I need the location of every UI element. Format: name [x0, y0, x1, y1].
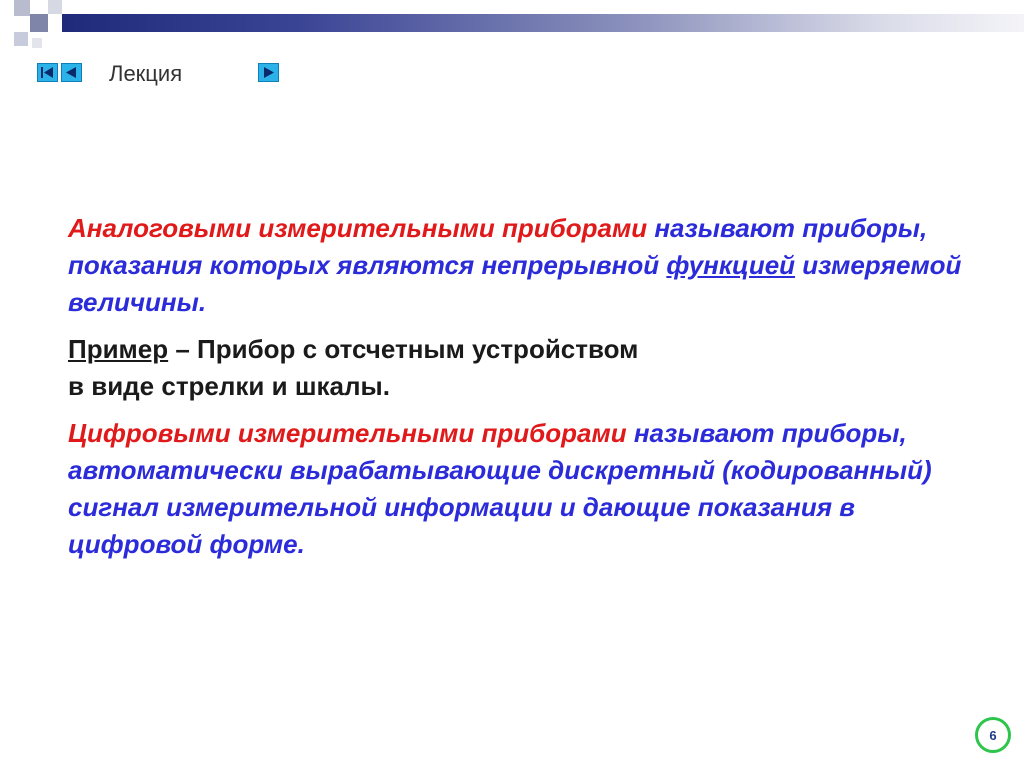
- decor-square: [14, 32, 28, 46]
- slide: Лекция Аналоговыми измерительными прибор…: [0, 0, 1024, 767]
- header-band: [62, 14, 1024, 32]
- analog-definition: Аналоговыми измерительными приборами наз…: [68, 210, 968, 321]
- example-label: Пример: [68, 334, 169, 364]
- digital-term: Цифровыми измерительными приборами: [68, 418, 627, 448]
- lecture-link[interactable]: Лекция: [109, 61, 182, 87]
- next-slide-icon: [264, 67, 274, 78]
- slide-body: Аналоговыми измерительными приборами наз…: [68, 210, 968, 573]
- prev-slide-icon: [66, 67, 76, 78]
- example-line-1: – Прибор с отсчетным устройством: [168, 334, 639, 364]
- decor-square: [32, 38, 42, 48]
- first-slide-button[interactable]: [37, 63, 58, 82]
- first-slide-icon: [41, 67, 53, 78]
- prev-slide-button[interactable]: [61, 63, 82, 82]
- page-number-badge: 6: [975, 717, 1011, 753]
- next-slide-button[interactable]: [258, 63, 279, 82]
- function-term: функцией: [666, 250, 796, 280]
- analog-term: Аналоговыми измерительными приборами: [68, 213, 648, 243]
- decor-square: [30, 14, 48, 32]
- example-line-2: в виде стрелки и шкалы.: [68, 371, 390, 401]
- digital-definition: Цифровыми измерительными приборами назыв…: [68, 415, 968, 563]
- decor-square: [14, 0, 30, 16]
- decor-square: [48, 0, 62, 14]
- example-paragraph: Пример – Прибор с отсчетным устройством в…: [68, 331, 968, 405]
